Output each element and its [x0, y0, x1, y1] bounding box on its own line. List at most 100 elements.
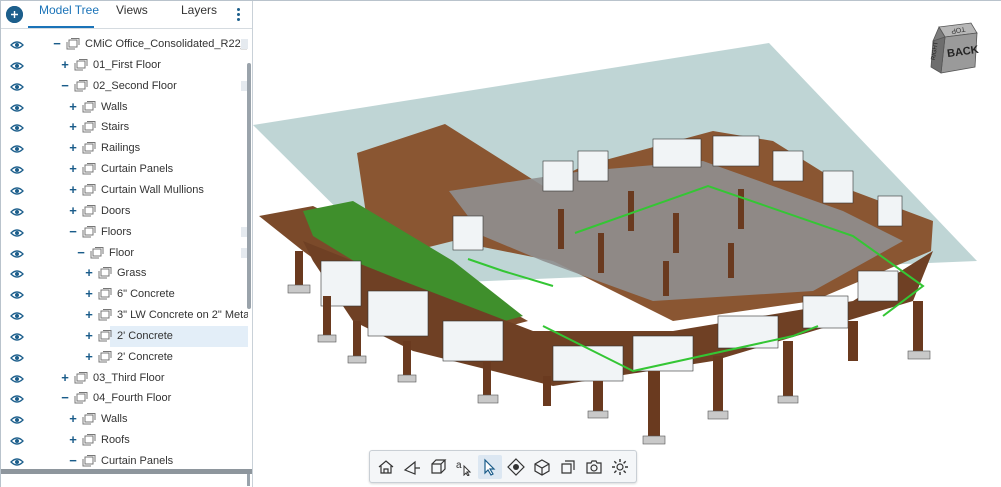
expand-icon[interactable]: +: [68, 410, 78, 428]
tree-scrollbar[interactable]: [247, 63, 251, 309]
tree-row[interactable]: +2' Concrete: [1, 347, 248, 368]
isolate-button[interactable]: [556, 455, 580, 479]
tree-row[interactable]: − CMiC Office_Consolidated_R22_071124: [1, 34, 248, 55]
camera-icon: [586, 460, 602, 474]
tree-row[interactable]: − Curtain Panels: [1, 451, 248, 470]
visibility-eye-icon[interactable]: [10, 227, 24, 237]
model-viewport[interactable]: BACK TOP RIGHT a: [253, 1, 1001, 487]
visibility-eye-icon[interactable]: [10, 102, 24, 112]
collapse-icon[interactable]: −: [76, 244, 86, 262]
screenshot-button[interactable]: [582, 455, 606, 479]
expand-icon[interactable]: +: [68, 181, 78, 199]
walkthrough-button[interactable]: [504, 455, 528, 479]
tree-row[interactable]: +3" LW Concrete on 2" Metal Deck: [1, 305, 248, 326]
collapse-icon[interactable]: −: [68, 452, 78, 470]
tree-item-label: 02_Second Floor: [93, 79, 177, 92]
tab-model-tree[interactable]: Model Tree: [39, 3, 99, 17]
tree-item-label: Floors: [101, 225, 132, 238]
layer-stack-icon: [82, 100, 96, 113]
visibility-eye-icon[interactable]: [10, 164, 24, 174]
building-3d-model[interactable]: [253, 1, 1001, 487]
select-button[interactable]: [478, 455, 502, 479]
visibility-eye-icon[interactable]: [10, 185, 24, 195]
visibility-eye-icon[interactable]: [10, 310, 24, 320]
model-button[interactable]: [530, 455, 554, 479]
expand-icon[interactable]: +: [84, 348, 94, 366]
tree-row[interactable]: − 04_Fourth Floor: [1, 388, 248, 409]
text-annotation-button[interactable]: a: [452, 455, 476, 479]
tab-views[interactable]: Views: [116, 3, 148, 17]
app-logo-icon[interactable]: [6, 6, 23, 23]
settings-button[interactable]: [608, 455, 632, 479]
section-plane-button[interactable]: [400, 455, 424, 479]
tree-row[interactable]: − Floor: [1, 243, 248, 264]
visibility-eye-icon[interactable]: [10, 289, 24, 299]
expand-icon[interactable]: +: [68, 98, 78, 116]
expand-icon[interactable]: +: [60, 56, 70, 74]
tree-row[interactable]: + Doors: [1, 201, 248, 222]
expand-icon[interactable]: +: [68, 160, 78, 178]
layer-stack-icon: [82, 163, 96, 175]
visibility-eye-icon[interactable]: [10, 248, 24, 258]
tree-row[interactable]: +01_First Floor: [1, 55, 248, 76]
collapse-icon[interactable]: −: [52, 35, 62, 53]
layer-stack-icon: [82, 225, 96, 238]
visibility-eye-icon[interactable]: [10, 414, 24, 424]
tree-row[interactable]: +03_Third Floor: [1, 368, 248, 389]
expand-icon[interactable]: +: [68, 202, 78, 220]
text-annotation-icon: a: [456, 460, 472, 476]
tree-row[interactable]: − 02_Second Floor: [1, 76, 248, 97]
collapse-icon[interactable]: −: [68, 223, 78, 241]
expand-icon[interactable]: +: [68, 431, 78, 449]
tree-row[interactable]: + Curtain Wall Mullions: [1, 180, 248, 201]
tree-item-label: Walls: [101, 100, 128, 113]
tree-row[interactable]: + Stairs: [1, 117, 248, 138]
visibility-eye-icon[interactable]: [10, 143, 24, 153]
visibility-eye-icon[interactable]: [10, 456, 24, 466]
model-tree-panel: Model Tree Views Layers − CMiC Office_Con…: [1, 1, 253, 487]
visibility-eye-icon[interactable]: [10, 122, 24, 133]
expand-icon[interactable]: +: [60, 369, 70, 387]
expand-icon[interactable]: +: [68, 118, 78, 136]
tree-item-label: CMiC Office_Consolidated_R22_071124: [85, 38, 248, 50]
tree-row[interactable]: − Floors: [1, 222, 248, 243]
more-options-icon[interactable]: [233, 7, 243, 23]
visibility-eye-icon[interactable]: [10, 206, 24, 216]
expand-icon[interactable]: +: [68, 139, 78, 157]
visibility-eye-icon[interactable]: [10, 268, 24, 278]
visibility-eye-icon[interactable]: [10, 39, 24, 49]
tree-item-label: 3" LW Concrete on 2" Metal Deck: [117, 309, 248, 322]
home-button[interactable]: [374, 455, 398, 479]
tree-item-label: Curtain Panels: [101, 163, 174, 176]
visibility-eye-icon[interactable]: [10, 81, 24, 91]
visibility-eye-icon[interactable]: [10, 393, 24, 404]
collapse-icon[interactable]: −: [60, 389, 70, 407]
select-cursor-icon: [484, 458, 496, 476]
layer-stack-icon: [98, 267, 112, 279]
tree-row[interactable]: + Curtain Panels: [1, 159, 248, 180]
expand-icon[interactable]: +: [84, 264, 94, 282]
visibility-eye-icon[interactable]: [10, 373, 24, 383]
visibility-eye-icon[interactable]: [10, 60, 24, 70]
layer-stack-icon: [98, 288, 112, 300]
tree-item-label: 6" Concrete: [117, 288, 175, 301]
tab-layers[interactable]: Layers: [181, 3, 217, 17]
viewer-toolbar: a: [369, 450, 637, 483]
visibility-eye-icon[interactable]: [10, 331, 24, 341]
tree-row[interactable]: + Railings: [1, 138, 248, 159]
view-cube[interactable]: BACK TOP RIGHT: [929, 21, 981, 79]
expand-icon[interactable]: +: [84, 327, 94, 345]
tree-row[interactable]: +6" Concrete: [1, 284, 248, 305]
visibility-eye-icon[interactable]: [10, 352, 24, 362]
tree-row[interactable]: + Roofs: [1, 430, 248, 451]
collapse-icon[interactable]: −: [60, 77, 70, 95]
tree-row[interactable]: + Grass: [1, 263, 248, 284]
visibility-eye-icon[interactable]: [10, 435, 24, 445]
tree-row[interactable]: +2' Concrete: [1, 325, 248, 347]
tree-item-label: Railings: [101, 142, 141, 155]
tree-row[interactable]: + Walls: [1, 97, 248, 118]
tree-row[interactable]: + Walls: [1, 409, 248, 430]
expand-icon[interactable]: +: [84, 306, 94, 324]
expand-icon[interactable]: +: [84, 285, 94, 303]
box-view-button[interactable]: [426, 455, 450, 479]
